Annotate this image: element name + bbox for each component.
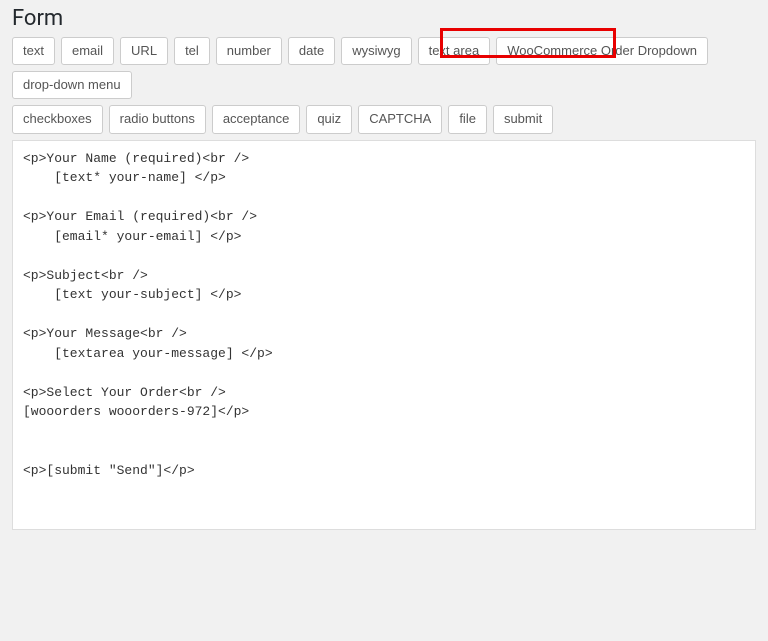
tag-btn-date[interactable]: date [288,37,335,65]
tag-btn-number[interactable]: number [216,37,282,65]
tag-btn-email[interactable]: email [61,37,114,65]
tag-row-0: textemailURLtelnumberdatewysiwygtext are… [12,37,756,99]
tag-btn-text-area[interactable]: text area [418,37,491,65]
tag-btn-tel[interactable]: tel [174,37,210,65]
tag-btn-text[interactable]: text [12,37,55,65]
tag-btn-acceptance[interactable]: acceptance [212,105,301,133]
tag-btn-checkboxes[interactable]: checkboxes [12,105,103,133]
tag-btn-url[interactable]: URL [120,37,168,65]
tag-btn-quiz[interactable]: quiz [306,105,352,133]
tag-btn-file[interactable]: file [448,105,487,133]
tag-btn-submit[interactable]: submit [493,105,553,133]
tag-buttons-container: textemailURLtelnumberdatewysiwygtext are… [12,37,756,134]
annotation-arrow [756,140,768,641]
form-editor-textarea[interactable] [12,140,756,530]
tag-row-1: checkboxesradio buttonsacceptancequizCAP… [12,105,756,133]
tag-btn-wysiwyg[interactable]: wysiwyg [341,37,411,65]
tag-btn-woocommerce-order-dropdown[interactable]: WooCommerce Order Dropdown [496,37,708,65]
tag-btn-captcha[interactable]: CAPTCHA [358,105,442,133]
page-title: Form [12,6,756,31]
tag-btn-radio-buttons[interactable]: radio buttons [109,105,206,133]
tag-btn-drop-down-menu[interactable]: drop-down menu [12,71,132,99]
